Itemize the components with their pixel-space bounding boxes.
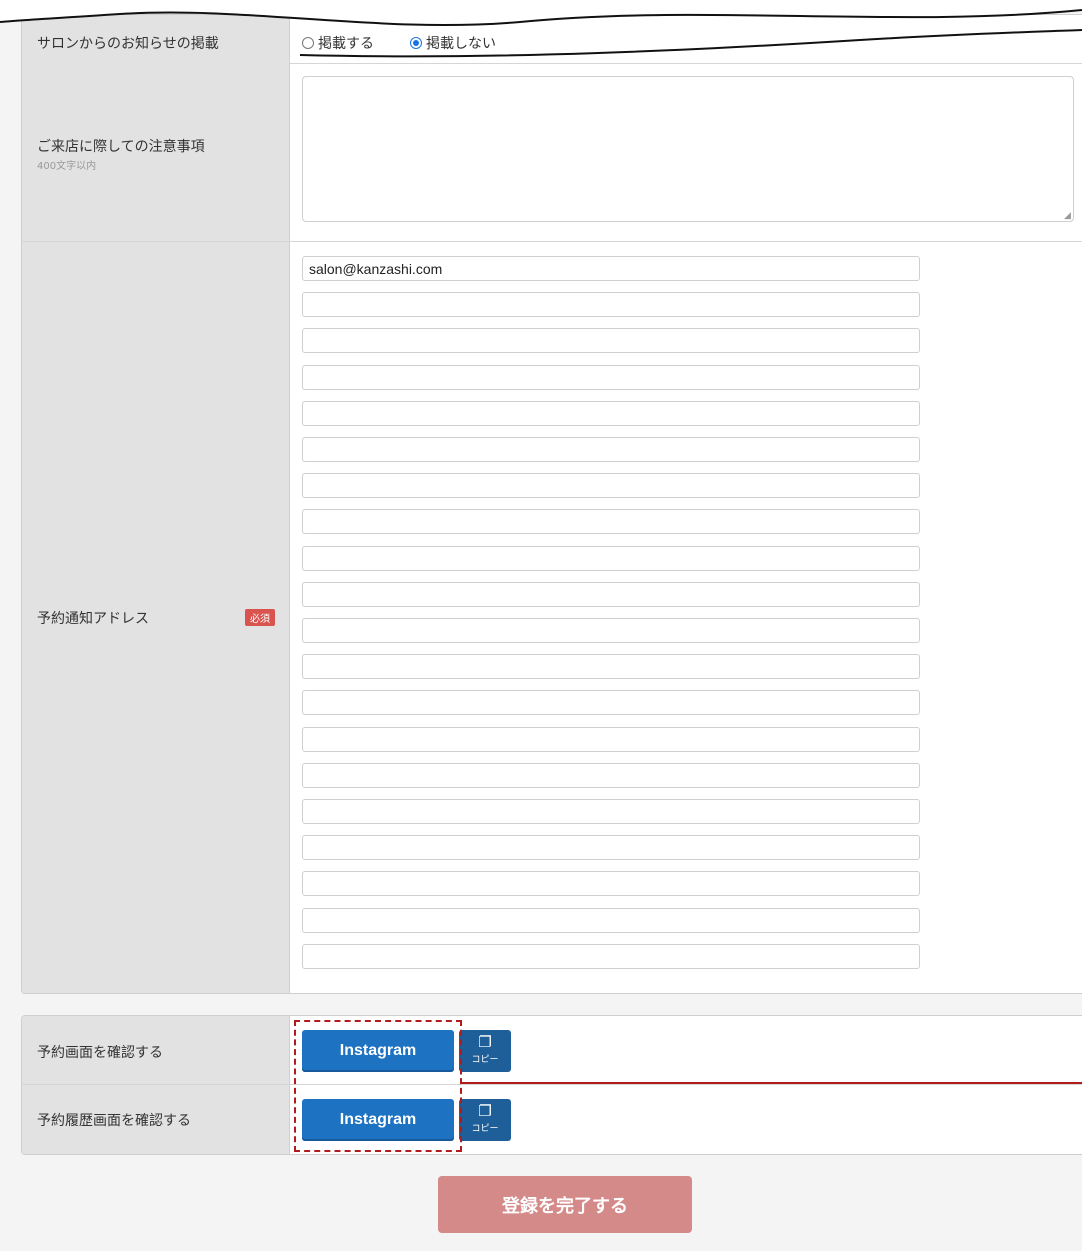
reserve-copy-button[interactable]: ❐ コピー	[459, 1030, 511, 1072]
notes-row: ご来店に際しての注意事項 400文字以内 ◢	[22, 63, 1082, 242]
address-label: 予約通知アドレス	[37, 611, 149, 627]
highlight-dashed-box	[294, 1020, 462, 1152]
email-field[interactable]	[302, 943, 920, 969]
notes-sublabel: 400文字以内	[37, 161, 97, 172]
email-field[interactable]	[302, 400, 920, 426]
email-field[interactable]	[302, 618, 920, 643]
address-row: 予約通知アドレス 必須	[22, 242, 1082, 993]
notes-label-cell: ご来店に際しての注意事項 400文字以内	[22, 63, 290, 241]
confirm-history-label-cell: 予約履歴画面を確認する	[22, 1085, 290, 1154]
highlight-connector-line	[462, 1082, 1082, 1084]
reserve-copy-label: コピー	[471, 1055, 499, 1065]
email-field[interactable]	[302, 437, 920, 462]
confirm-reserve-row: 予約画面を確認する Instagram ❐ コピー	[22, 1016, 1082, 1085]
email-field[interactable]	[302, 473, 920, 499]
email-field[interactable]	[302, 256, 920, 281]
history-copy-button[interactable]: ❐ コピー	[459, 1099, 511, 1141]
email-field[interactable]	[302, 292, 920, 318]
confirm-history-label: 予約履歴画面を確認する	[37, 1113, 191, 1129]
email-field[interactable]	[302, 762, 920, 788]
notes-textarea[interactable]	[302, 76, 1074, 222]
email-field[interactable]	[302, 907, 920, 933]
submit-button[interactable]: 登録を完了する	[438, 1176, 692, 1233]
confirm-reserve-label-cell: 予約画面を確認する	[22, 1016, 290, 1084]
required-badge: 必須	[245, 609, 275, 626]
history-copy-label: コピー	[471, 1124, 499, 1134]
email-field[interactable]	[302, 509, 920, 535]
notes-label: ご来店に際しての注意事項	[37, 139, 205, 155]
resize-grip-icon[interactable]: ◢	[1064, 211, 1071, 221]
confirm-panel: 予約画面を確認する Instagram ❐ コピー 予約履歴画面を確認する In…	[21, 1015, 1082, 1155]
salon-settings-page: サロンからのお知らせの掲載 掲載する 掲載しない ご来店に際しての注意事項 40…	[0, 0, 1082, 1251]
email-field[interactable]	[302, 690, 920, 716]
copy-icon: ❐	[478, 1102, 492, 1120]
email-field[interactable]	[302, 545, 920, 571]
email-field[interactable]	[302, 799, 920, 824]
settings-form-panel: サロンからのお知らせの掲載 掲載する 掲載しない ご来店に際しての注意事項 40…	[21, 14, 1082, 994]
email-field[interactable]	[302, 581, 920, 607]
confirm-history-row: 予約履歴画面を確認する Instagram ❐ コピー	[22, 1085, 1082, 1154]
email-field[interactable]	[302, 328, 920, 354]
email-field[interactable]	[302, 654, 920, 680]
email-field[interactable]	[302, 835, 920, 861]
confirm-reserve-label: 予約画面を確認する	[37, 1045, 163, 1061]
email-field[interactable]	[302, 364, 920, 390]
email-field[interactable]	[302, 726, 920, 752]
copy-icon: ❐	[478, 1033, 492, 1051]
email-field[interactable]	[302, 871, 920, 897]
torn-edge-decoration	[0, 0, 1082, 58]
address-label-cell: 予約通知アドレス 必須	[22, 242, 290, 993]
